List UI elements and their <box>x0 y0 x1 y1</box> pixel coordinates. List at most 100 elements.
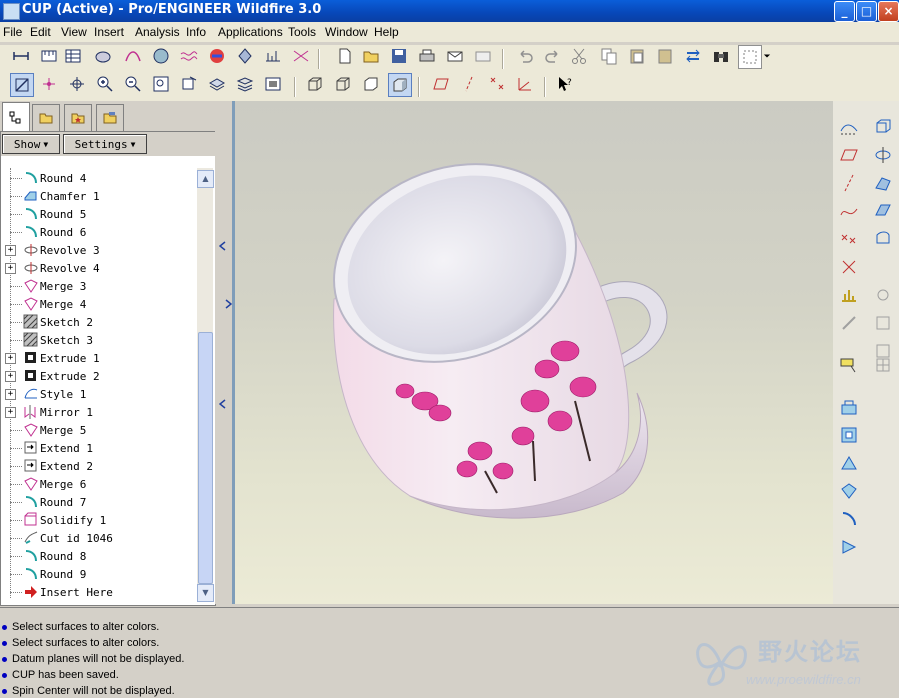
tree-item[interactable]: Round 5 <box>1 205 197 223</box>
expand-icon[interactable]: + <box>5 371 16 382</box>
find-binoculars-icon[interactable] <box>710 45 732 67</box>
extend-tool-icon[interactable] <box>837 535 861 559</box>
tree-item[interactable]: Round 8 <box>1 547 197 565</box>
coordinate-system-tool-icon[interactable] <box>837 255 861 279</box>
selection-filter-icon[interactable] <box>738 45 762 69</box>
redo-icon[interactable] <box>542 45 564 67</box>
menu-insert[interactable]: Insert <box>94 25 124 39</box>
tree-item[interactable]: + Extrude 2 <box>1 367 197 385</box>
draft-tool-icon[interactable] <box>871 353 895 377</box>
tree-item[interactable]: Merge 5 <box>1 421 197 439</box>
view-manager-icon[interactable] <box>262 73 284 95</box>
variable-sweep-icon[interactable] <box>871 227 895 251</box>
tree-item[interactable]: Chamfer 1 <box>1 187 197 205</box>
extrude-tool-icon[interactable] <box>871 115 895 139</box>
saved-views-icon[interactable] <box>206 73 228 95</box>
annotation-tool-icon[interactable] <box>837 353 861 377</box>
send-link-icon[interactable] <box>472 45 494 67</box>
graphics-viewport[interactable] <box>232 101 836 604</box>
wave-analysis-icon[interactable] <box>178 45 200 67</box>
close-button[interactable]: × <box>878 1 899 22</box>
tree-item[interactable]: Extend 1 <box>1 439 197 457</box>
trim-tool-icon[interactable] <box>837 507 861 531</box>
copy-icon[interactable] <box>598 45 620 67</box>
new-file-icon[interactable] <box>334 45 356 67</box>
tab-folder-browser[interactable] <box>32 104 60 131</box>
menu-view[interactable]: View <box>61 25 87 39</box>
maximize-button[interactable]: □ <box>856 1 877 22</box>
tree-item[interactable]: Round 4 <box>1 169 197 187</box>
minimize-button[interactable]: _ <box>834 1 855 22</box>
tree-item[interactable]: + Revolve 3 <box>1 241 197 259</box>
datum-axes-display-icon[interactable] <box>458 73 480 95</box>
measure-distance-icon[interactable] <box>10 45 32 67</box>
menu-help[interactable]: Help <box>374 25 399 39</box>
scroll-down-icon[interactable]: ▼ <box>197 584 214 602</box>
settings-dropdown[interactable]: Settings ▼ <box>63 134 147 154</box>
tab-connections[interactable] <box>96 104 124 131</box>
measure-icon[interactable] <box>38 45 60 67</box>
menu-tools[interactable]: Tools <box>288 25 316 39</box>
tree-item[interactable]: Insert Here <box>1 583 197 601</box>
paste-special-icon[interactable] <box>654 45 676 67</box>
chamfer-tool-icon[interactable] <box>837 423 861 447</box>
datum-planes-display-icon[interactable] <box>430 73 452 95</box>
round-tool-icon[interactable] <box>837 395 861 419</box>
cut-icon[interactable] <box>568 45 590 67</box>
deviation-icon[interactable] <box>290 45 312 67</box>
sketch-tool-icon[interactable] <box>837 115 861 139</box>
shade-icon[interactable] <box>234 45 256 67</box>
hole-tool-icon[interactable] <box>871 283 895 307</box>
datum-point-icon[interactable] <box>66 73 88 95</box>
datum-plane-toggle-icon[interactable] <box>10 73 34 97</box>
expand-icon[interactable]: + <box>5 407 16 418</box>
scroll-up-icon[interactable]: ▲ <box>197 170 214 188</box>
point-tool-icon[interactable] <box>837 227 861 251</box>
expand-icon[interactable]: + <box>5 353 16 364</box>
send-mail-icon[interactable] <box>444 45 466 67</box>
table-icon[interactable] <box>62 45 84 67</box>
sweep-tool-icon[interactable] <box>871 171 895 195</box>
shell-tool-icon[interactable] <box>871 311 895 335</box>
tree-item[interactable]: Merge 4 <box>1 295 197 313</box>
menu-applications[interactable]: Applications <box>218 25 283 39</box>
expand-right-icon[interactable] <box>224 299 232 309</box>
expand-icon[interactable]: + <box>5 245 16 256</box>
menu-info[interactable]: Info <box>186 25 206 39</box>
tree-item[interactable]: Round 6 <box>1 223 197 241</box>
tree-item[interactable]: Sketch 3 <box>1 331 197 349</box>
tree-item[interactable]: + Extrude 1 <box>1 349 197 367</box>
datum-axis-icon[interactable] <box>38 73 60 95</box>
zoom-in-icon[interactable] <box>94 73 116 95</box>
tree-item[interactable]: Merge 6 <box>1 475 197 493</box>
panel-splitter[interactable] <box>215 101 232 604</box>
curve-tool-icon[interactable] <box>837 199 861 223</box>
undo-icon[interactable] <box>514 45 536 67</box>
draft-offset-icon[interactable] <box>837 451 861 475</box>
context-help-icon[interactable]: ? <box>554 73 576 95</box>
tab-favorites[interactable] <box>64 104 92 131</box>
menu-analysis[interactable]: Analysis <box>135 25 180 39</box>
menu-window[interactable]: Window <box>325 25 368 39</box>
show-dropdown[interactable]: Show ▼ <box>2 134 60 154</box>
refit-icon[interactable] <box>150 73 172 95</box>
mass-properties-icon[interactable] <box>92 45 114 67</box>
shading-icon[interactable] <box>388 73 412 97</box>
tree-item[interactable]: + Mirror 1 <box>1 403 197 421</box>
collapse-left-icon[interactable] <box>219 399 227 409</box>
open-folder-icon[interactable] <box>360 45 382 67</box>
pattern-tool-icon[interactable] <box>837 311 861 335</box>
tree-item[interactable]: + Style 1 <box>1 385 197 403</box>
collapse-left-icon[interactable] <box>219 241 227 251</box>
tree-item[interactable]: + Revolve 4 <box>1 259 197 277</box>
regenerate-icon[interactable] <box>682 45 704 67</box>
curvature-icon[interactable] <box>122 45 144 67</box>
tree-item[interactable]: Merge 3 <box>1 277 197 295</box>
tree-item[interactable]: Round 9 <box>1 565 197 583</box>
tree-item[interactable]: Solidify 1 <box>1 511 197 529</box>
tree-item[interactable]: Sketch 2 <box>1 313 197 331</box>
coordinate-systems-display-icon[interactable] <box>514 73 536 95</box>
no-hidden-icon[interactable] <box>360 73 382 95</box>
scroll-thumb[interactable] <box>198 332 213 584</box>
reflection-icon[interactable] <box>206 45 228 67</box>
